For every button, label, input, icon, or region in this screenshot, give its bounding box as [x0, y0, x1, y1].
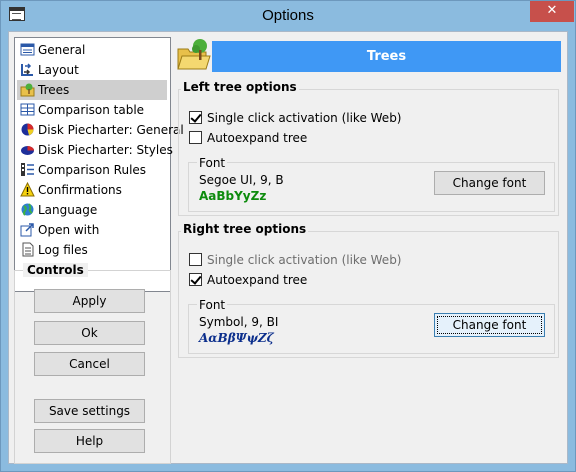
help-button[interactable]: Help — [34, 429, 145, 453]
nav-item-comparison-table[interactable]: Comparison table — [17, 100, 167, 120]
options-window: Options ✕ General Layout Trees Compariso… — [0, 0, 576, 472]
nav-item-label: Disk Piecharter: Styles — [38, 143, 173, 157]
right-autoexpand-checkbox[interactable]: Autoexpand tree — [189, 272, 307, 288]
nav-item-general[interactable]: General — [17, 40, 167, 60]
checkbox-checked-icon[interactable] — [189, 111, 202, 124]
title-bar[interactable]: Options ✕ — [1, 1, 575, 31]
dialog-client-area: General Layout Trees Comparison table Di… — [8, 31, 568, 464]
left-tree-options-group: Left tree options Single click activatio… — [178, 80, 559, 216]
nav-item-label: Language — [38, 203, 98, 217]
checkbox-label: Single click activation (like Web) — [207, 253, 402, 267]
nav-item-disk-piecharter-styles[interactable]: Disk Piecharter: Styles — [17, 140, 173, 160]
warning-icon — [20, 182, 35, 197]
nav-item-label: Confirmations — [38, 183, 122, 197]
piechart-icon — [21, 123, 34, 136]
left-font-value: Segoe UI, 9, B — [199, 173, 284, 187]
open-with-icon — [20, 223, 34, 237]
nav-item-label: Comparison table — [38, 103, 145, 117]
right-font-value: Symbol, 9, BI — [199, 315, 279, 329]
trees-settings-panel: Trees Left tree options Single click act… — [176, 37, 564, 462]
right-tree-options-group: Right tree options Single click activati… — [178, 222, 559, 358]
right-tree-options-title: Right tree options — [181, 222, 309, 236]
left-font-box: Font Segoe UI, 9, B AaBbYyZz Change font — [188, 156, 555, 212]
cancel-button[interactable]: Cancel — [34, 352, 145, 376]
nav-item-label: Open with — [38, 223, 100, 237]
nav-item-open-with[interactable]: Open with — [17, 220, 167, 240]
left-tree-options-title: Left tree options — [181, 80, 299, 94]
right-single-click-checkbox[interactable]: Single click activation (like Web) — [189, 252, 402, 268]
nav-item-label: Disk Piecharter: General — [38, 123, 184, 137]
piechart-styles-icon — [21, 146, 34, 155]
checkbox-label: Single click activation (like Web) — [207, 111, 402, 125]
nav-item-language[interactable]: Language — [17, 200, 167, 220]
globe-icon — [21, 203, 34, 216]
left-autoexpand-checkbox[interactable]: Autoexpand tree — [189, 130, 307, 146]
nav-item-disk-piecharter-general[interactable]: Disk Piecharter: General — [17, 120, 184, 140]
trees-icon — [20, 83, 35, 97]
comparison-table-icon — [20, 103, 35, 116]
apply-button[interactable]: Apply — [34, 289, 145, 313]
left-single-click-checkbox[interactable]: Single click activation (like Web) — [189, 110, 402, 126]
options-category-list[interactable]: General Layout Trees Comparison table Di… — [14, 37, 184, 292]
window-title: Options — [262, 7, 314, 24]
right-font-box: Font Symbol, 9, BI ΑαΒβΨψΖζ Change font — [188, 298, 555, 354]
font-label: Font — [197, 298, 228, 312]
nav-item-label: Log files — [38, 243, 88, 257]
trees-folder-icon — [177, 39, 211, 70]
layout-icon — [21, 63, 33, 76]
nav-item-label: Trees — [38, 83, 70, 97]
ok-button[interactable]: Ok — [34, 321, 145, 345]
general-icon — [20, 43, 35, 56]
log-files-icon — [22, 242, 34, 257]
nav-item-label: Comparison Rules — [38, 163, 147, 177]
nav-item-log-files[interactable]: Log files — [17, 240, 167, 260]
close-button[interactable]: ✕ — [530, 1, 574, 22]
checkbox-unchecked-icon[interactable] — [189, 131, 202, 144]
left-font-sample: AaBbYyZz — [199, 189, 267, 203]
nav-item-label: General — [38, 43, 86, 57]
panel-header: Trees — [212, 41, 561, 72]
checkbox-checked-icon[interactable] — [189, 273, 202, 286]
checkbox-label: Autoexpand tree — [207, 273, 308, 287]
nav-item-comparison-rules[interactable]: Comparison Rules — [17, 160, 167, 180]
nav-item-confirmations[interactable]: Confirmations — [17, 180, 167, 200]
rules-icon — [21, 163, 34, 176]
nav-item-label: Layout — [38, 63, 79, 77]
right-change-font-button[interactable]: Change font — [434, 313, 545, 337]
checkbox-label: Autoexpand tree — [207, 131, 308, 145]
nav-item-trees[interactable]: Trees — [17, 80, 167, 100]
font-label: Font — [197, 156, 228, 170]
checkbox-unchecked-icon[interactable] — [189, 253, 202, 266]
right-font-sample: ΑαΒβΨψΖζ — [199, 331, 274, 345]
controls-group: Controls Apply Ok Cancel Save settings H… — [14, 263, 171, 464]
save-settings-button[interactable]: Save settings — [34, 399, 145, 423]
left-change-font-button[interactable]: Change font — [434, 171, 545, 195]
controls-group-title: Controls — [23, 263, 88, 277]
nav-item-layout[interactable]: Layout — [17, 60, 167, 80]
